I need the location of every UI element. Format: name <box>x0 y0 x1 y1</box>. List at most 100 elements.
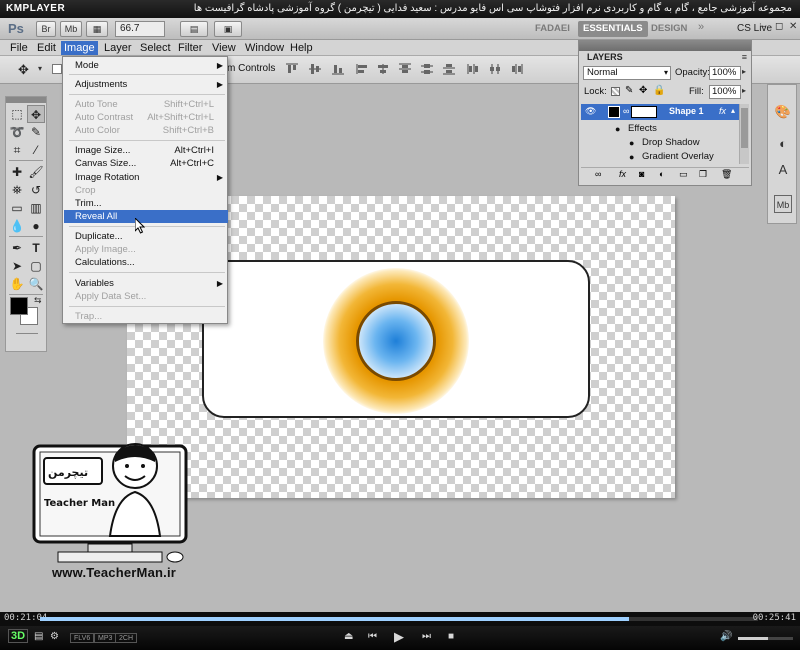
collapse-effects-icon[interactable]: ▴ <box>731 106 735 115</box>
eyedropper-tool-icon[interactable]: ⁄ <box>27 141 45 159</box>
adjustment-layer-icon[interactable]: ◐ <box>659 169 664 179</box>
settings-gear-icon[interactable]: ⚙ <box>50 631 59 642</box>
history-brush-tool-icon[interactable]: ↺ <box>27 181 45 199</box>
fill-field[interactable]: 100% <box>709 85 741 99</box>
distribute-centers-icon[interactable] <box>420 63 434 75</box>
align-top-edges-icon[interactable] <box>285 63 299 75</box>
align-horizontal-centers-icon[interactable] <box>376 63 390 75</box>
quick-selection-tool-icon[interactable]: ✎ <box>27 123 45 141</box>
fx-icon[interactable]: fx <box>719 106 726 116</box>
mini-bridge-panel-icon[interactable]: Mb <box>774 195 792 213</box>
opacity-field[interactable]: 100% <box>709 66 741 80</box>
layer-name[interactable]: Shape 1 <box>669 106 704 116</box>
layers-tab[interactable]: LAYERS <box>581 51 629 64</box>
menu-filter[interactable]: Filter <box>175 41 205 55</box>
menu-item-crop[interactable]: Crop <box>64 184 228 197</box>
volume-slider[interactable] <box>738 637 793 640</box>
restore-icon[interactable]: ◻ <box>775 21 783 32</box>
dodge-tool-icon[interactable]: ● <box>27 217 45 235</box>
visibility-eye-icon[interactable]: ● <box>615 122 620 136</box>
menu-help[interactable]: Help <box>287 41 316 55</box>
menu-item-duplicate[interactable]: Duplicate... <box>64 230 228 243</box>
workspace-essentials[interactable]: ESSENTIALS <box>578 21 648 37</box>
menu-item-image-size[interactable]: Image Size... Alt+Ctrl+I <box>64 144 228 157</box>
eject-icon[interactable]: ⏏ <box>344 631 353 642</box>
distribute-bottom-icon[interactable] <box>442 63 456 75</box>
mini-bridge-button[interactable]: Mb <box>60 21 82 37</box>
delete-layer-icon[interactable]: 🗑 <box>721 169 732 180</box>
gradient-tool-icon[interactable]: ▥ <box>27 199 45 217</box>
menu-item-auto-contrast[interactable]: Auto Contrast Alt+Shift+Ctrl+L <box>64 111 228 124</box>
menu-item-auto-color[interactable]: Auto Color Shift+Ctrl+B <box>64 124 228 137</box>
distribute-horizontal-centers-icon[interactable] <box>488 63 502 75</box>
align-vertical-centers-icon[interactable] <box>308 63 322 75</box>
menu-item-variables[interactable]: Variables ▶ <box>64 277 228 290</box>
visibility-eye-icon[interactable]: ● <box>629 136 634 150</box>
stop-icon[interactable]: ■ <box>448 631 454 642</box>
3d-mode-button[interactable]: 3D <box>8 629 29 643</box>
adjustments-panel-icon[interactable]: ◐ <box>774 135 792 153</box>
layers-panel-header[interactable] <box>579 41 751 51</box>
color-panel-icon[interactable]: 🎨 <box>774 103 792 121</box>
distribute-top-icon[interactable] <box>398 63 412 75</box>
workspace-design[interactable]: DESIGN <box>646 21 692 37</box>
new-group-icon[interactable]: ▭ <box>679 169 688 180</box>
menu-item-apply-data-set[interactable]: Apply Data Set... <box>64 290 228 303</box>
lock-position-icon[interactable]: ✥ <box>639 85 647 96</box>
align-bottom-edges-icon[interactable] <box>331 63 345 75</box>
zoom-tool-icon[interactable]: 🔍 <box>27 275 45 293</box>
more-workspaces-icon[interactable]: » <box>698 21 704 33</box>
menu-window[interactable]: Window <box>242 41 287 55</box>
menu-item-reveal-all[interactable]: Reveal All <box>64 210 228 223</box>
menu-item-mode[interactable]: Mode ▶ <box>64 59 228 72</box>
fill-slider-arrow-icon[interactable]: ▸ <box>742 86 746 95</box>
brush-tool-icon[interactable]: 🖌 <box>27 163 45 181</box>
panel-menu-icon[interactable]: ≡ <box>742 52 747 62</box>
path-selection-tool-icon[interactable]: ➤ <box>8 257 26 275</box>
show-transform-controls-label[interactable]: m Controls <box>227 63 275 74</box>
auto-select-checkbox[interactable] <box>52 64 62 74</box>
volume-icon[interactable]: 🔊 <box>720 631 732 642</box>
menu-file[interactable]: File <box>7 41 31 55</box>
clone-stamp-tool-icon[interactable]: ⛯ <box>8 181 26 199</box>
menu-image[interactable]: Image <box>61 41 98 55</box>
distribute-right-icon[interactable] <box>510 63 524 75</box>
align-left-edges-icon[interactable] <box>356 63 370 75</box>
lock-image-pixels-icon[interactable]: ✎ <box>625 85 633 96</box>
menu-item-canvas-size[interactable]: Canvas Size... Alt+Ctrl+C <box>64 157 228 170</box>
healing-brush-tool-icon[interactable]: ✚ <box>8 163 26 181</box>
foreground-color-swatch[interactable] <box>10 297 28 315</box>
scrollbar-thumb[interactable] <box>741 108 748 148</box>
previous-icon[interactable]: ⏮ <box>368 631 377 642</box>
playlist-icon[interactable]: ▤ <box>34 631 43 642</box>
menu-item-calculations[interactable]: Calculations... <box>64 256 228 269</box>
marquee-tool-icon[interactable]: ⬚ <box>8 105 26 123</box>
screen-mode-button[interactable]: ▣ <box>214 21 242 37</box>
effects-row[interactable]: ● Effects <box>581 122 739 136</box>
menu-layer[interactable]: Layer <box>101 41 135 55</box>
effect-row-drop-shadow[interactable]: ● Drop Shadow <box>581 136 739 150</box>
new-layer-icon[interactable]: ❐ <box>699 169 707 180</box>
effect-row-gradient-overlay[interactable]: ● Gradient Overlay <box>581 150 739 164</box>
menu-item-auto-tone[interactable]: Auto Tone Shift+Ctrl+L <box>64 98 228 111</box>
shape-tool-icon[interactable]: ▢ <box>27 257 45 275</box>
menu-edit[interactable]: Edit <box>34 41 59 55</box>
menu-item-adjustments[interactable]: Adjustments ▶ <box>64 78 228 91</box>
lock-transparent-pixels-icon[interactable] <box>611 87 620 96</box>
layers-scrollbar[interactable] <box>739 104 749 164</box>
menu-view[interactable]: View <box>209 41 239 55</box>
distribute-left-icon[interactable] <box>466 63 480 75</box>
pen-tool-icon[interactable]: ✒ <box>8 239 26 257</box>
seek-track[interactable] <box>40 617 758 621</box>
extras-button[interactable]: ▦ <box>86 21 108 37</box>
menu-item-trap[interactable]: Trap... <box>64 310 228 323</box>
blend-mode-select[interactable]: Normal ▾ <box>583 66 671 80</box>
arrange-documents-button[interactable]: ▤ <box>180 21 208 37</box>
lock-all-icon[interactable]: 🔒 <box>653 85 665 96</box>
type-tool-icon[interactable]: T <box>27 239 45 257</box>
swap-colors-icon[interactable]: ⇆ <box>34 295 42 306</box>
layer-row-shape-1[interactable]: 👁 ∞ Shape 1 fx ▴ <box>581 104 739 120</box>
tools-panel-header[interactable] <box>6 97 46 103</box>
link-layers-icon[interactable]: ∞ <box>595 169 601 179</box>
zoom-level-field[interactable]: 66.7 <box>115 21 165 37</box>
